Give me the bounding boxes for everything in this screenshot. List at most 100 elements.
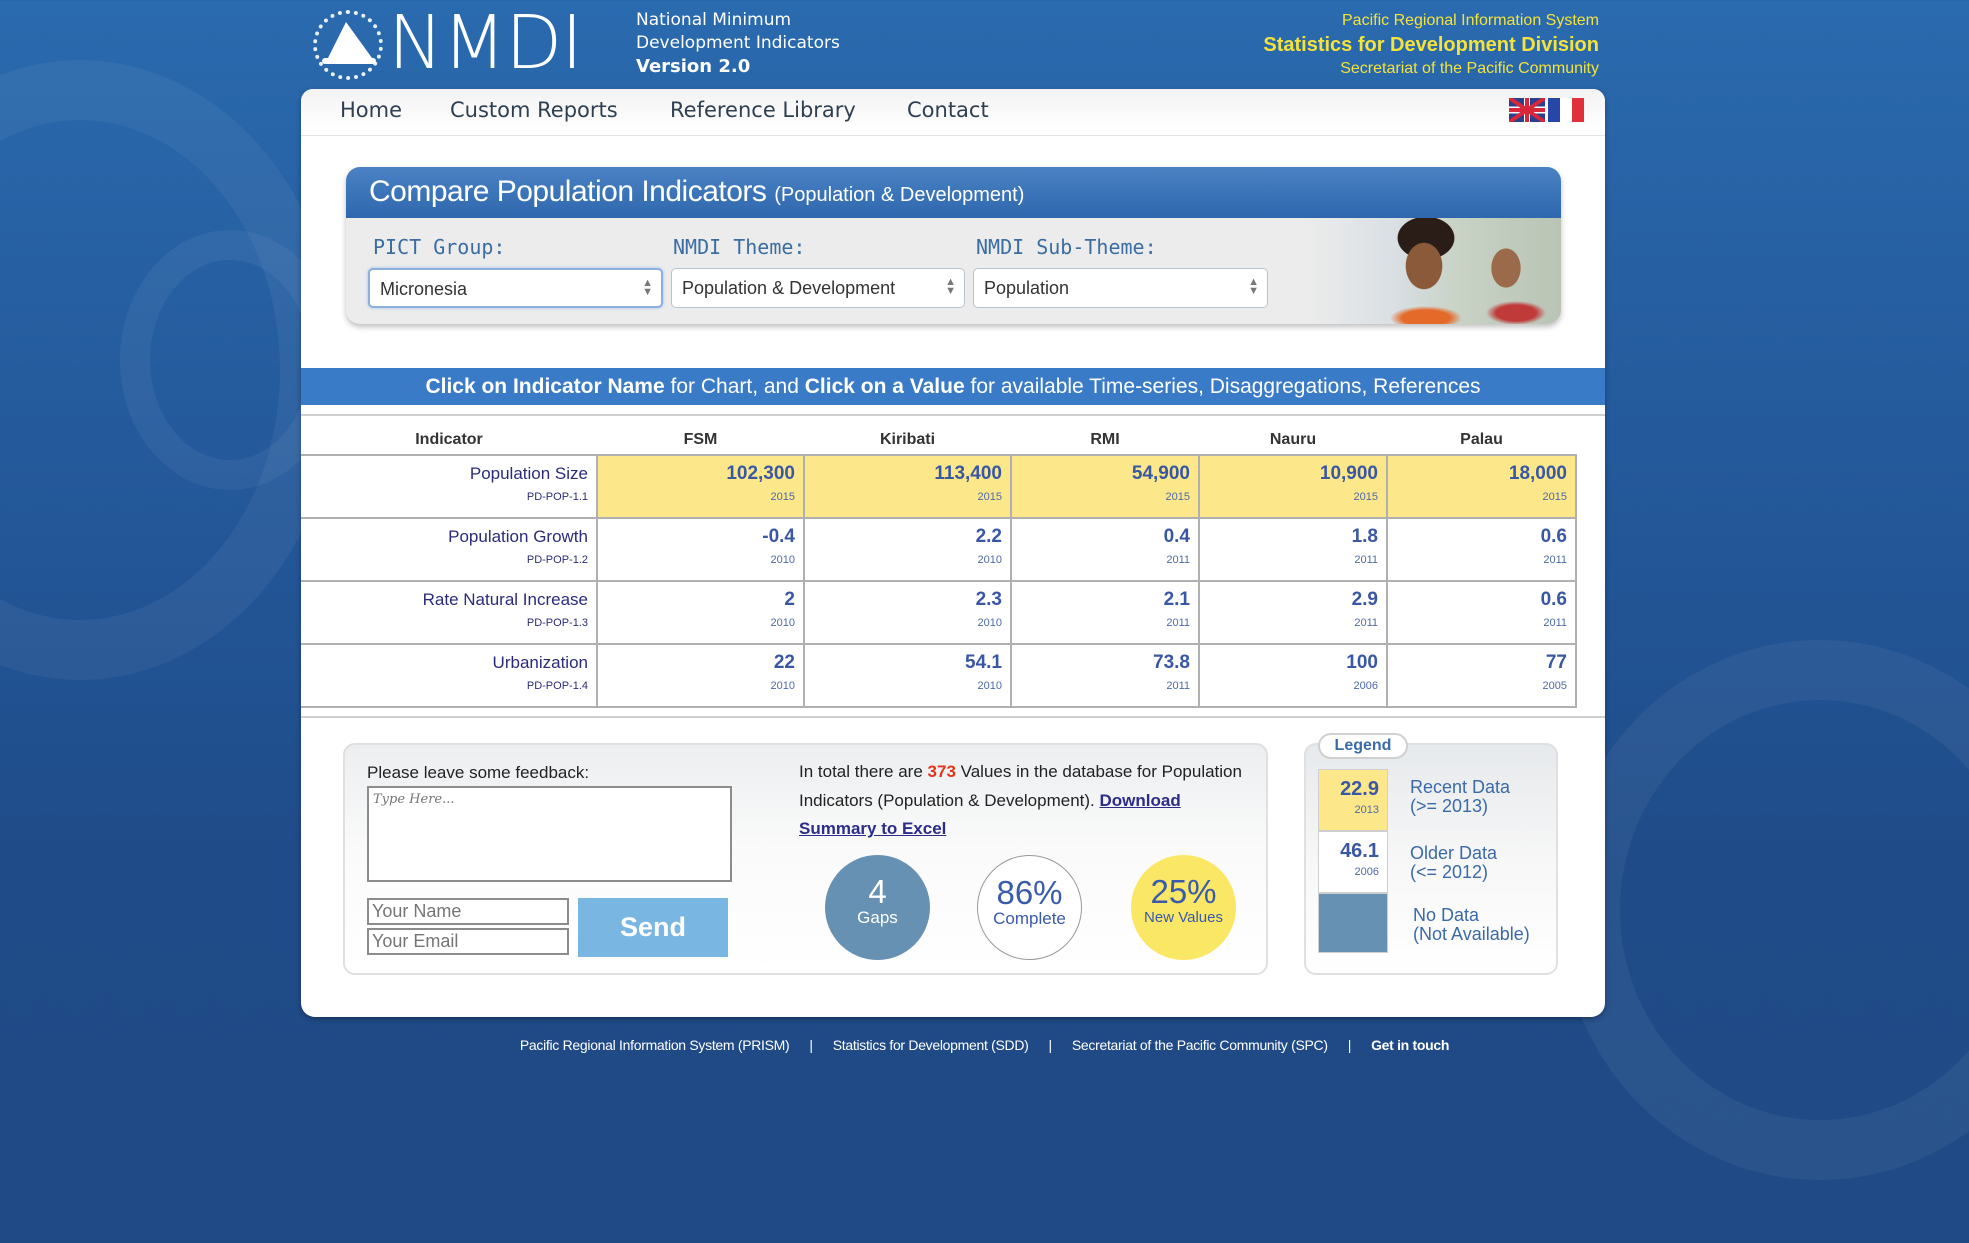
value-cell[interactable]: 1.8 2011 bbox=[1198, 517, 1388, 582]
value-cell[interactable]: 113,400 2015 bbox=[803, 454, 1012, 519]
footer-link-prism[interactable]: Pacific Regional Information System (PRI… bbox=[520, 1037, 790, 1053]
subtitle-line: Development Indicators bbox=[636, 33, 840, 53]
value-cell[interactable]: 10,900 2015 bbox=[1198, 454, 1388, 519]
cell-year: 2010 bbox=[770, 554, 795, 566]
header-photo bbox=[1306, 218, 1561, 324]
footer-link-sdd[interactable]: Statistics for Development (SDD) bbox=[833, 1037, 1029, 1053]
organization-block: Pacific Regional Information System Stat… bbox=[1263, 10, 1599, 80]
cell-value[interactable]: 2.9 bbox=[1200, 590, 1378, 610]
nav-custom-reports[interactable]: Custom Reports bbox=[450, 98, 618, 122]
value-cell[interactable]: 54,900 2015 bbox=[1010, 454, 1200, 519]
value-cell[interactable]: 18,000 2015 bbox=[1386, 454, 1577, 519]
indicator-name-link[interactable]: Population Growth bbox=[301, 527, 588, 547]
nmdi-theme-select[interactable]: Population & Development ▲ ▼ bbox=[671, 268, 965, 308]
table-row: Rate Natural Increase PD-POP-1.3 2 2010 2.3 2… bbox=[301, 580, 1577, 645]
name-input[interactable] bbox=[367, 898, 569, 925]
cell-year: 2011 bbox=[1543, 617, 1567, 629]
gaps-value: 4 bbox=[868, 873, 887, 910]
cell-value[interactable]: 22 bbox=[598, 653, 795, 673]
feedback-summary-panel: Please leave some feedback: Send In tota… bbox=[343, 743, 1268, 975]
value-cell[interactable]: -0.4 2010 bbox=[596, 517, 805, 582]
logo-text[interactable]: NMDI bbox=[388, 0, 583, 86]
cell-value[interactable]: 100 bbox=[1200, 653, 1378, 673]
value-cell[interactable]: 2.3 2010 bbox=[803, 580, 1012, 645]
cell-year: 2011 bbox=[1354, 554, 1378, 566]
cell-value[interactable]: 10,900 bbox=[1200, 464, 1378, 484]
value-cell[interactable]: 77 2005 bbox=[1386, 643, 1577, 708]
value-cell[interactable]: 54.1 2010 bbox=[803, 643, 1012, 708]
column-header: Palau bbox=[1460, 430, 1503, 448]
send-button[interactable]: Send bbox=[578, 898, 728, 957]
indicator-name-link[interactable]: Population Size bbox=[301, 464, 588, 484]
table-row: Population Growth PD-POP-1.2 -0.4 2010 2.2 20… bbox=[301, 517, 1577, 582]
value-cell[interactable]: 22 2010 bbox=[596, 643, 805, 708]
cell-year: 2011 bbox=[1166, 680, 1190, 692]
cell-value[interactable]: 0.4 bbox=[1012, 527, 1190, 547]
legend-label-line: Older Data bbox=[1410, 843, 1498, 863]
email-input[interactable] bbox=[367, 928, 569, 955]
value-cell[interactable]: 0.6 2011 bbox=[1386, 580, 1577, 645]
uk-flag-icon[interactable] bbox=[1509, 98, 1545, 122]
column-header: Indicator bbox=[415, 430, 483, 448]
indicator-cell: Population Size PD-POP-1.1 bbox=[301, 454, 598, 519]
instruction-bold-2: Click on a Value bbox=[804, 375, 965, 398]
value-cell[interactable]: 0.6 2011 bbox=[1386, 517, 1577, 582]
cell-value[interactable]: 0.6 bbox=[1388, 590, 1567, 610]
cell-value[interactable]: 54.1 bbox=[805, 653, 1002, 673]
nav-contact[interactable]: Contact bbox=[907, 98, 989, 122]
site-footer: Pacific Regional Information System (PRI… bbox=[0, 1037, 1969, 1053]
legend-label-line: Recent Data bbox=[1410, 777, 1511, 797]
value-cell[interactable]: 102,300 2015 bbox=[596, 454, 805, 519]
footer-link-get-in-touch[interactable]: Get in touch bbox=[1371, 1037, 1449, 1053]
cell-value[interactable]: 0.6 bbox=[1388, 527, 1567, 547]
legend-label-none: No Data (Not Available) bbox=[1413, 906, 1530, 944]
value-cell[interactable]: 2.2 2010 bbox=[803, 517, 1012, 582]
cell-value[interactable]: -0.4 bbox=[598, 527, 795, 547]
cell-year: 2010 bbox=[770, 680, 795, 692]
cell-value[interactable]: 77 bbox=[1388, 653, 1567, 673]
value-cell[interactable]: 2.1 2011 bbox=[1010, 580, 1200, 645]
nav-reference-library[interactable]: Reference Library bbox=[670, 98, 856, 122]
cell-year: 2015 bbox=[1353, 491, 1378, 503]
feedback-label: Please leave some feedback: bbox=[367, 763, 590, 782]
footer-separator: | bbox=[809, 1037, 813, 1053]
cell-year: 2015 bbox=[1165, 491, 1190, 503]
legend-sample-year: 2006 bbox=[1354, 866, 1379, 878]
table-header-row: Indicator FSM Kiribati RMI Nauru Palau bbox=[301, 415, 1576, 455]
pict-group-select[interactable]: Micronesia ▲ ▼ bbox=[368, 268, 663, 308]
cell-value[interactable]: 1.8 bbox=[1200, 527, 1378, 547]
gaps-label: Gaps bbox=[857, 908, 898, 927]
value-cell[interactable]: 2.9 2011 bbox=[1198, 580, 1388, 645]
value-cell[interactable]: 73.8 2011 bbox=[1010, 643, 1200, 708]
value-cell[interactable]: 2 2010 bbox=[596, 580, 805, 645]
cell-value[interactable]: 18,000 bbox=[1388, 464, 1567, 484]
cell-value[interactable]: 73.8 bbox=[1012, 653, 1190, 673]
legend-title: Legend bbox=[1318, 733, 1408, 759]
legend-label-line: (<= 2012) bbox=[1410, 862, 1489, 882]
value-cell[interactable]: 0.4 2011 bbox=[1010, 517, 1200, 582]
indicator-code: PD-POP-1.4 bbox=[526, 680, 588, 692]
indicator-cell: Population Growth PD-POP-1.2 bbox=[301, 517, 598, 582]
indicator-name-link[interactable]: Rate Natural Increase bbox=[301, 590, 588, 610]
nav-home[interactable]: Home bbox=[340, 98, 402, 122]
column-header: RMI bbox=[1090, 430, 1120, 448]
instruction-text-2: for available Time-series, Disaggregatio… bbox=[964, 375, 1481, 398]
cell-value[interactable]: 102,300 bbox=[598, 464, 795, 484]
cell-value[interactable]: 2.3 bbox=[805, 590, 1002, 610]
cell-value[interactable]: 113,400 bbox=[805, 464, 1002, 484]
cell-year: 2010 bbox=[977, 680, 1002, 692]
complete-label: Complete bbox=[993, 909, 1066, 928]
cell-value[interactable]: 2 bbox=[598, 590, 795, 610]
cell-value[interactable]: 2.2 bbox=[805, 527, 1002, 547]
value-cell[interactable]: 100 2006 bbox=[1198, 643, 1388, 708]
nmdi-subtheme-select[interactable]: Population ▲ ▼ bbox=[973, 268, 1268, 308]
indicator-cell: Rate Natural Increase PD-POP-1.3 bbox=[301, 580, 598, 645]
france-flag-icon[interactable] bbox=[1548, 98, 1584, 122]
footer-link-spc[interactable]: Secretariat of the Pacific Community (SP… bbox=[1072, 1037, 1328, 1053]
cell-value[interactable]: 2.1 bbox=[1012, 590, 1190, 610]
compare-indicators-panel: Compare Population Indicators (Populatio… bbox=[346, 167, 1561, 324]
feedback-textarea[interactable] bbox=[367, 786, 732, 882]
cell-value[interactable]: 54,900 bbox=[1012, 464, 1190, 484]
indicator-name-link[interactable]: Urbanization bbox=[301, 653, 588, 673]
indicator-code: PD-POP-1.3 bbox=[526, 617, 588, 629]
